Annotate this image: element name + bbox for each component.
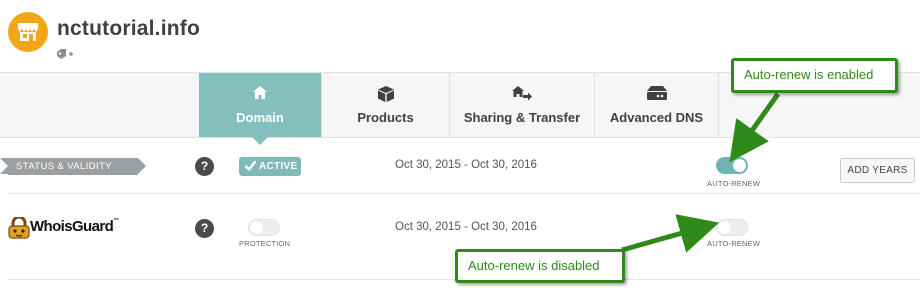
callout-auto-renew-disabled: Auto-renew is disabled [455,249,625,283]
arrow-to-enabled-toggle [729,92,781,163]
annotation-arrows [621,92,781,253]
arrow-to-disabled-toggle [621,214,720,253]
callout-auto-renew-enabled: Auto-renew is enabled [731,58,898,93]
